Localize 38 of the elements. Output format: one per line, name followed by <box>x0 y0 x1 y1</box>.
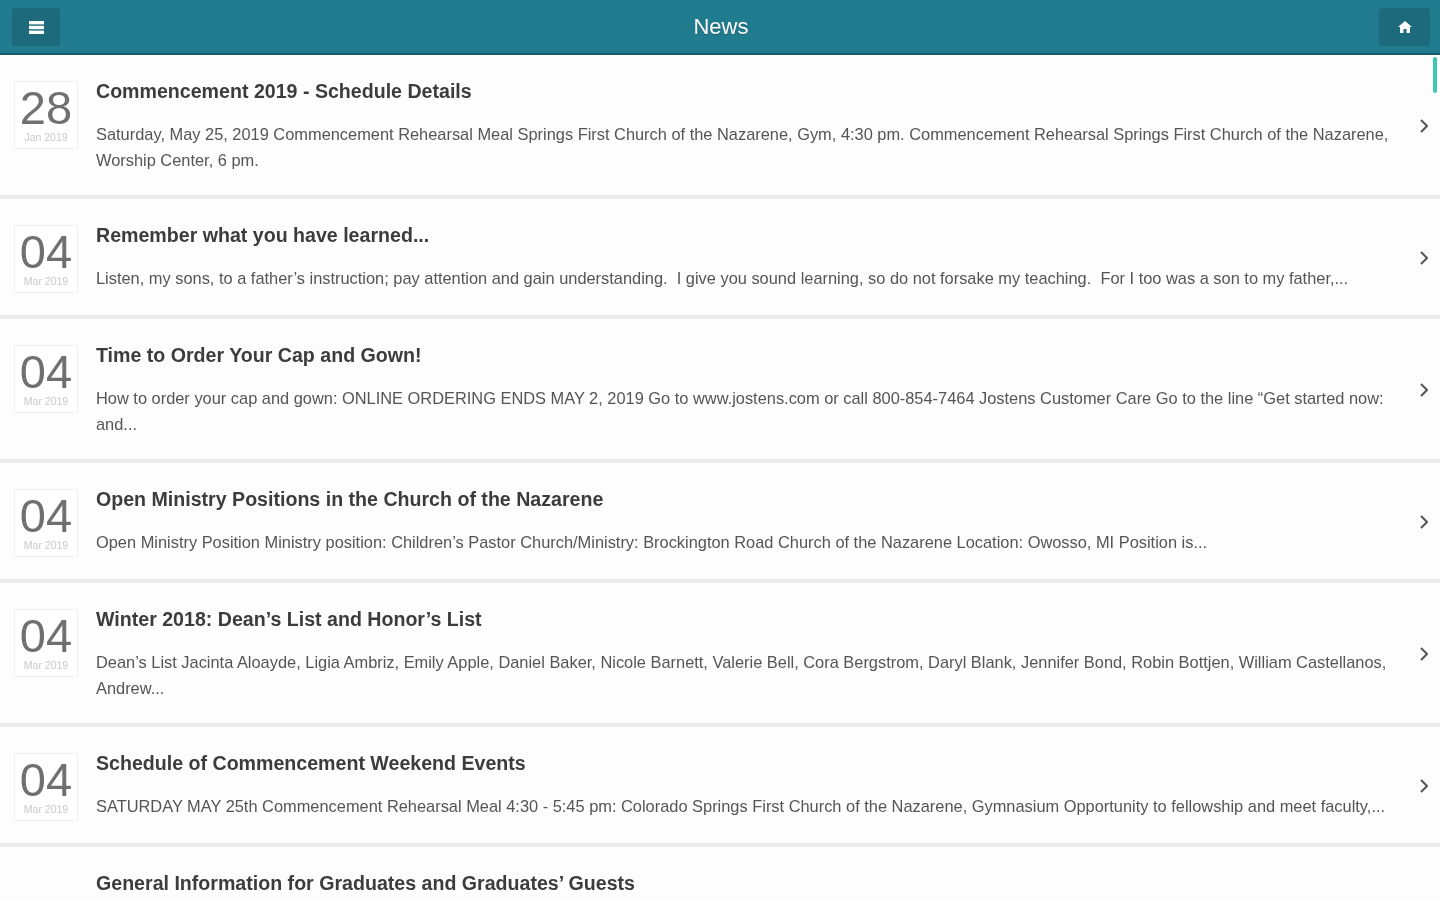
news-title: Schedule of Commencement Weekend Events <box>96 751 527 775</box>
chevron-right-icon <box>1420 515 1428 529</box>
news-item[interactable]: General Information for Graduates and Graduates’ Guests <box>0 847 1440 900</box>
menu-button[interactable] <box>12 8 60 46</box>
list-icon <box>28 20 44 34</box>
date-day: 04 <box>19 350 73 394</box>
news-summary: Listen, my sons, to a father’s instruction; pay attention and gain understanding. I give you sound learning, so do not forsake my teaching. For I too was a son to my father,... <box>96 268 1350 289</box>
page-title: News <box>693 12 749 41</box>
home-button[interactable] <box>1379 8 1430 46</box>
news-summary: Open Ministry Position Ministry position: Children’s Pastor Church/Ministry: Brockington Road Church of the Nazarene Location: Owosso, MI Position is... <box>96 532 1209 553</box>
news-title: Remember what you have learned... <box>96 223 431 247</box>
news-item[interactable] <box>0 199 1440 316</box>
news-item[interactable] <box>0 727 1440 844</box>
news-item[interactable] <box>0 319 1440 460</box>
news-title: Time to Order Your Cap and Gown! <box>96 343 423 367</box>
news-item[interactable] <box>0 463 1440 580</box>
chevron-right-icon <box>1420 251 1428 265</box>
chevron-right-icon <box>1420 779 1428 793</box>
news-item[interactable] <box>0 55 1440 196</box>
chevron-right-icon <box>1420 383 1428 397</box>
date-day: 04 <box>19 614 73 658</box>
news-summary: How to order your cap and gown: ONLINE ORDERING ENDS MAY 2, 2019 Go to www.jostens.com or call 800-854-7464 Jostens Customer Care Go to the line “Get started now: and... <box>96 388 1385 435</box>
news-title: Winter 2018: Dean’s List and Honor’s List <box>96 607 483 631</box>
date-day: 04 <box>19 230 73 274</box>
date-day: 04 <box>19 758 73 802</box>
chevron-right-icon <box>1420 119 1428 133</box>
news-summary: Dean’s List Jacinta Aloayde, Ligia Ambriz, Emily Apple, Daniel Baker, Nicole Barnett, Valerie Bell, Cora Bergstrom, Daryl Blank, Jennifer Bond, Robin Bottjen, William Castellanos, Andrew... <box>96 652 1388 699</box>
home-icon <box>1397 21 1412 33</box>
chevron-right-icon <box>1420 647 1428 661</box>
scrollbar-thumb[interactable] <box>1433 57 1437 93</box>
news-summary: Saturday, May 25, 2019 Commencement Rehearsal Meal Springs First Church of the Nazarene, Gym, 4:30 pm. Commencement Rehearsal Springs First Church of the Nazarene, Worship Center, 6 pm. <box>96 124 1390 171</box>
date-day: 04 <box>19 494 73 538</box>
news-title: Commencement 2019 - Schedule Details <box>96 79 473 103</box>
news-title: General Information for Graduates and Graduates’ Guests <box>96 871 636 895</box>
date-day: 28 <box>19 86 73 130</box>
news-item[interactable] <box>0 583 1440 724</box>
news-summary: SATURDAY MAY 25th Commencement Rehearsal Meal 4:30 - 5:45 pm: Colorado Springs First Church of the Nazarene, Gymnasium Opportunity to fellowship and meet faculty,... <box>96 796 1387 817</box>
news-title: Open Ministry Positions in the Church of the Nazarene <box>96 487 605 511</box>
